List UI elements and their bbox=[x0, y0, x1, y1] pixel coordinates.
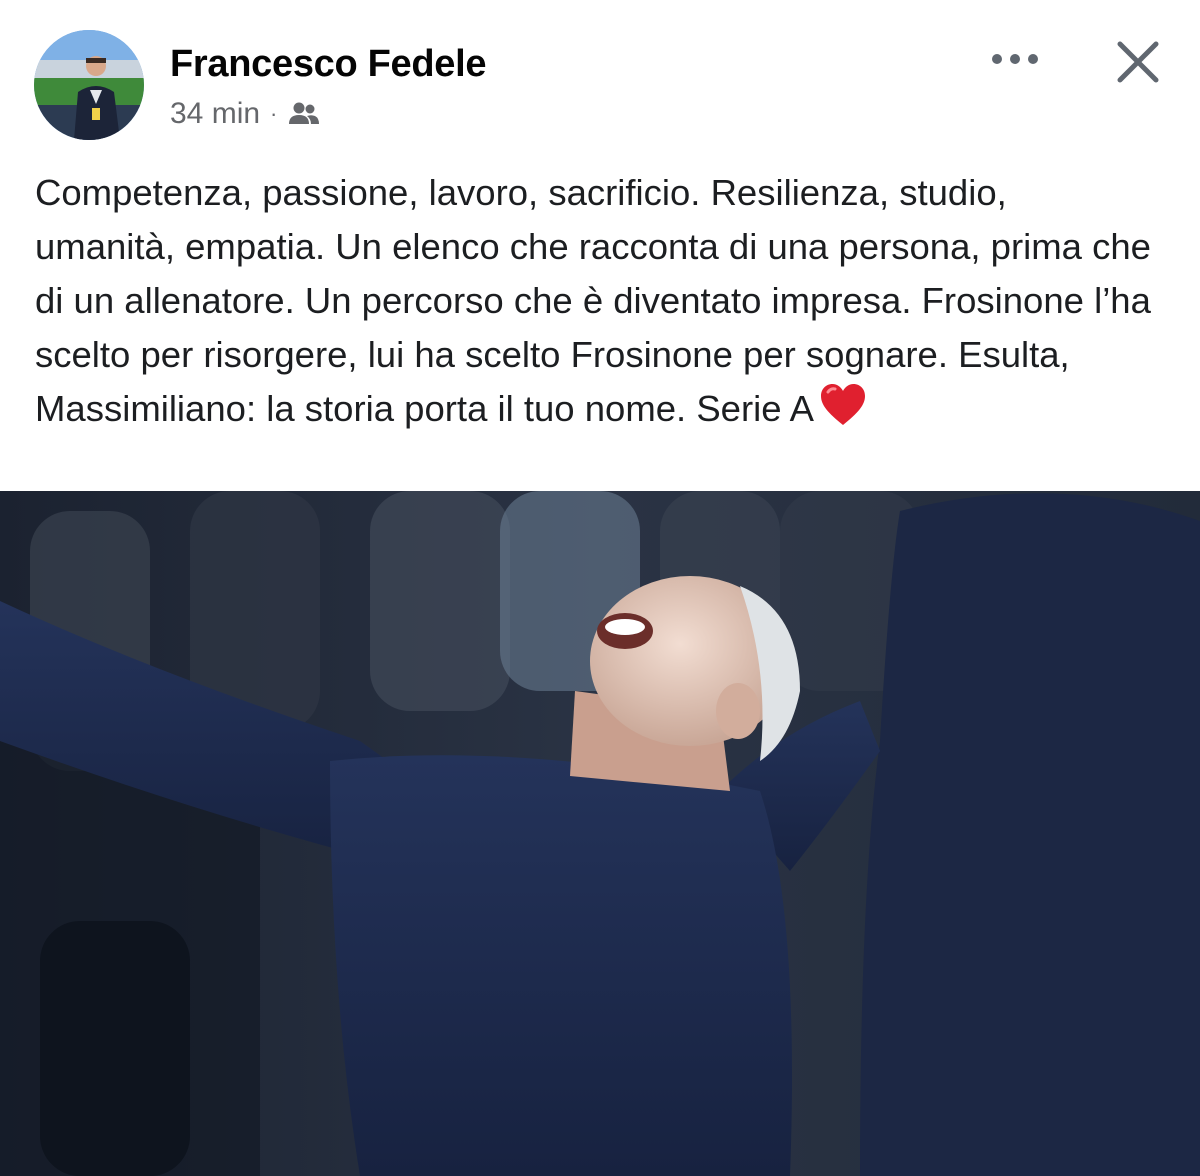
post-body: Competenza, passione, lavoro, sacrificio… bbox=[35, 166, 1155, 436]
celebration-photo bbox=[0, 491, 1200, 1176]
close-button[interactable] bbox=[1110, 34, 1166, 90]
friends-icon[interactable] bbox=[287, 97, 321, 131]
post-photo[interactable] bbox=[0, 491, 1200, 1176]
avatar-photo bbox=[34, 30, 144, 140]
post-timestamp[interactable]: 34 min bbox=[170, 97, 260, 131]
author-avatar[interactable] bbox=[34, 30, 144, 140]
post-body-text: Competenza, passione, lavoro, sacrificio… bbox=[35, 172, 1151, 429]
post-header: Francesco Fedele 34 min · bbox=[0, 0, 1200, 150]
more-dots-icon bbox=[992, 54, 1038, 64]
post-meta: 34 min · bbox=[170, 94, 321, 134]
meta-separator: · bbox=[270, 101, 278, 126]
close-icon bbox=[1117, 41, 1159, 83]
author-name[interactable]: Francesco Fedele bbox=[170, 42, 487, 86]
more-options-button[interactable] bbox=[988, 42, 1042, 76]
red-heart-icon bbox=[821, 384, 866, 425]
